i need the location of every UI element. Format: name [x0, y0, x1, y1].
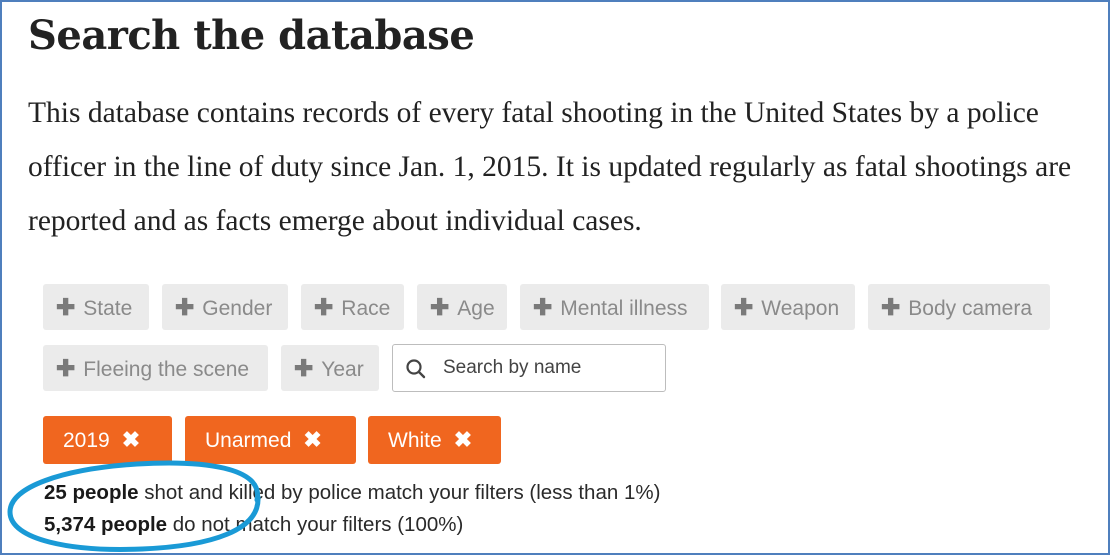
filter-label: Race: [341, 297, 391, 320]
plus-icon: ✚: [881, 294, 901, 320]
match-count: 25 people: [44, 481, 139, 504]
results-nonmatch-line: 5,374 people do not match your filters (…: [44, 513, 463, 537]
filter-weapon-button[interactable]: ✚ Weapon: [721, 284, 855, 330]
tag-label: Unarmed: [205, 429, 292, 452]
filter-year-button[interactable]: ✚ Year: [281, 345, 379, 391]
plus-icon: ✚: [294, 355, 314, 381]
close-icon[interactable]: ✖: [122, 416, 140, 464]
plus-icon: ✚: [533, 294, 553, 320]
plus-icon: ✚: [734, 294, 754, 320]
filter-gender-button[interactable]: ✚ Gender: [162, 284, 288, 330]
nonmatch-text: do not match your filters (100%): [167, 513, 464, 536]
page-frame: Search the database This database contai…: [0, 0, 1110, 555]
filter-fleeing-button[interactable]: ✚ Fleeing the scene: [43, 345, 268, 391]
results-match-line: 25 people shot and killed by police matc…: [44, 481, 660, 505]
active-filter-race-tag[interactable]: White ✖: [368, 416, 501, 464]
close-icon[interactable]: ✖: [303, 416, 321, 464]
intro-paragraph: This database contains records of every …: [28, 97, 1072, 237]
plus-icon: ✚: [175, 294, 195, 320]
filter-label: Mental illness: [560, 297, 688, 320]
search-icon: [406, 359, 426, 379]
filter-age-button[interactable]: ✚ Age: [417, 284, 507, 330]
filter-label: Gender: [202, 297, 273, 320]
page-title: Search the database: [28, 12, 475, 59]
search-box[interactable]: [392, 344, 666, 392]
filter-label: Body camera: [908, 297, 1033, 320]
filter-body-camera-button[interactable]: ✚ Body camera: [868, 284, 1050, 330]
plus-icon: ✚: [56, 294, 76, 320]
filter-race-button[interactable]: ✚ Race: [301, 284, 404, 330]
active-filter-year-tag[interactable]: 2019 ✖: [43, 416, 172, 464]
filter-state-button[interactable]: ✚ State: [43, 284, 149, 330]
filter-label: Fleeing the scene: [83, 358, 250, 381]
active-filter-weapon-tag[interactable]: Unarmed ✖: [185, 416, 356, 464]
tag-label: White: [388, 429, 442, 452]
match-text: shot and killed by police match your fil…: [138, 481, 661, 504]
plus-icon: ✚: [430, 294, 450, 320]
filter-label: Weapon: [761, 297, 840, 320]
filter-label: Age: [457, 297, 495, 320]
plus-icon: ✚: [314, 294, 334, 320]
filter-label: State: [83, 297, 133, 320]
close-icon[interactable]: ✖: [454, 416, 472, 464]
nonmatch-count: 5,374 people: [44, 513, 168, 536]
filter-label: Year: [321, 358, 364, 381]
search-input[interactable]: [443, 355, 657, 381]
plus-icon: ✚: [56, 355, 76, 381]
filter-mental-illness-button[interactable]: ✚ Mental illness: [520, 284, 709, 330]
tag-label: 2019: [63, 429, 110, 452]
